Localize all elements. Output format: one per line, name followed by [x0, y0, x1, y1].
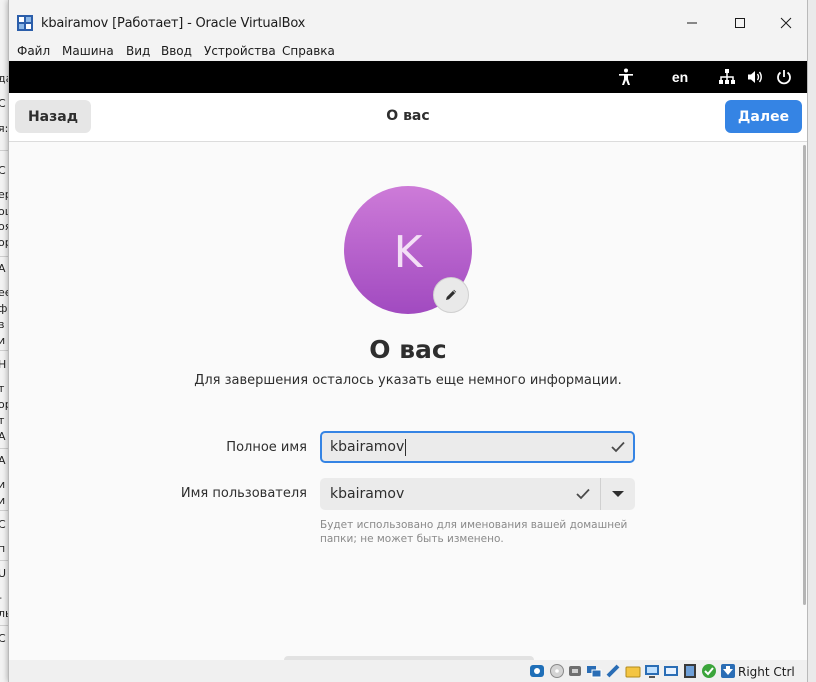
display-icon[interactable]	[644, 663, 660, 679]
page-subtitle: Для завершения осталось указать еще немн…	[194, 373, 622, 388]
guest-top-bar: en	[9, 61, 807, 93]
username-label: Имя пользователя	[180, 486, 307, 501]
setup-header-bar: Назад О вас Далее	[9, 93, 807, 142]
username-valid-check-icon	[576, 488, 590, 500]
audio-icon[interactable]	[567, 663, 583, 679]
username-hint-line-1: Будет использовано для именования вашей …	[320, 519, 628, 531]
recording-icon[interactable]	[663, 663, 679, 679]
username-hint-line-2: папки; не может быть изменено.	[320, 533, 504, 545]
hard-disk-icon[interactable]	[529, 663, 545, 679]
network-adapter-icon[interactable]	[586, 663, 602, 679]
fullname-input[interactable]: kbairamov	[320, 431, 635, 463]
chevron-down-icon	[612, 491, 624, 497]
menu-help[interactable]: Справка	[282, 44, 335, 58]
power-icon	[777, 70, 791, 85]
menu-input[interactable]: Ввод	[161, 44, 192, 58]
guest-screen[interactable]: en Назад О вас Далее K О вас Для заверше…	[9, 61, 807, 660]
fullname-label: Полное имя	[226, 440, 307, 455]
guest-additions-icon[interactable]	[701, 663, 717, 679]
language-indicator[interactable]: en	[667, 61, 693, 93]
power-menu[interactable]	[775, 61, 793, 93]
volume-status[interactable]	[746, 61, 764, 93]
username-hint: Будет использовано для именования вашей …	[320, 518, 640, 546]
username-dropdown-button[interactable]	[600, 478, 635, 510]
usb-icon[interactable]	[605, 663, 621, 679]
virtualization-icon[interactable]	[682, 663, 698, 679]
menu-file[interactable]: Файл	[17, 44, 50, 58]
desktop-background	[808, 0, 816, 682]
network-status[interactable]	[718, 61, 736, 93]
fullname-value: kbairamov	[330, 439, 405, 455]
next-button[interactable]: Далее	[725, 100, 802, 133]
page-title: О вас	[369, 335, 447, 364]
window-title: kbairamov [Работает] - Oracle VirtualBox	[41, 16, 306, 31]
header-title: О вас	[386, 108, 430, 124]
text-cursor	[405, 438, 407, 456]
accessibility-icon	[619, 68, 633, 85]
host-key-label: Right Ctrl	[738, 665, 795, 679]
menu-bar: Файл Машина Вид Ввод Устройства Справка	[9, 40, 807, 60]
menu-devices[interactable]: Устройства	[204, 44, 276, 58]
minimize-icon	[687, 22, 697, 24]
menu-machine[interactable]: Машина	[62, 44, 114, 58]
maximize-icon	[735, 18, 745, 28]
virtualbox-window: kbairamov [Работает] - Oracle VirtualBox…	[8, 0, 808, 682]
shared-folders-icon[interactable]	[625, 663, 641, 679]
close-icon	[780, 17, 792, 29]
volume-icon	[748, 71, 762, 83]
username-input[interactable]: kbairamov	[320, 478, 600, 510]
avatar-edit-button[interactable]	[433, 277, 469, 313]
pencil-icon	[446, 289, 457, 300]
fullname-valid-check-icon	[611, 441, 625, 453]
username-value: kbairamov	[330, 486, 405, 502]
background-window-edge: да C я: C ер оц оя ор A ее ф в и H т ор …	[0, 0, 8, 682]
network-icon	[719, 69, 735, 84]
status-bar: Right Ctrl	[9, 660, 807, 682]
virtualbox-app-icon	[17, 15, 33, 31]
menu-view[interactable]: Вид	[126, 44, 150, 58]
optical-drive-icon[interactable]	[549, 663, 565, 679]
host-key-icon[interactable]	[720, 663, 736, 679]
accessibility-menu[interactable]	[615, 61, 637, 93]
avatar-letter: K	[393, 226, 423, 278]
